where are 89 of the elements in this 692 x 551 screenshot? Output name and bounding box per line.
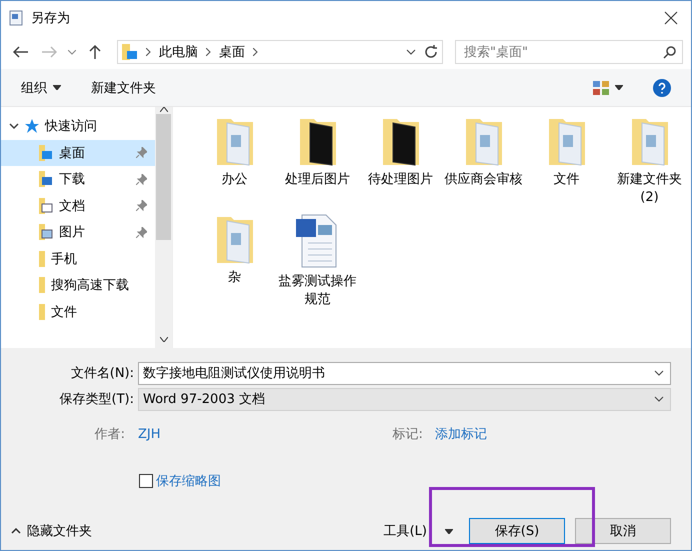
picture-folder-icon [39, 224, 53, 240]
folder-icon [39, 250, 45, 267]
close-icon[interactable] [664, 11, 678, 25]
document-folder-icon [39, 198, 53, 214]
desktop-folder-icon [122, 44, 138, 60]
scrollbar[interactable] [155, 107, 172, 348]
new-folder-button[interactable]: 新建文件夹 [91, 78, 156, 96]
sidebar-label: 手机 [51, 250, 78, 268]
field-label: 标记: [392, 426, 423, 443]
file-item[interactable]: 待处理图片 [359, 115, 442, 207]
chevron-right-icon [253, 48, 258, 56]
sidebar-label: 桌面 [59, 144, 86, 162]
field-label: 文件名(N): [70, 365, 135, 382]
chevron-down-icon[interactable] [406, 49, 416, 55]
caret-icon [615, 85, 623, 90]
sidebar-label: 下载 [59, 171, 86, 188]
file-item[interactable]: 处理后图片 [276, 115, 359, 207]
organize-menu[interactable]: 组织 [21, 78, 61, 96]
arrow-up-icon[interactable] [89, 44, 101, 60]
field-label: 作者: [94, 427, 125, 442]
sidebar-label: 搜狗高速下载 [51, 277, 130, 294]
sidebar-item[interactable]: 搜狗高速下载 [1, 272, 155, 298]
file-item[interactable]: 文件 [525, 115, 608, 207]
sidebar-item[interactable]: 下载 [1, 166, 155, 192]
file-name: 文件 [552, 171, 580, 189]
file-name: 新建文件夹 (2) [616, 171, 683, 207]
field-label: 保存类型(T): [58, 391, 135, 408]
scrollbar-thumb[interactable] [156, 114, 171, 240]
breadcrumb-item[interactable]: 桌面 [219, 43, 245, 61]
author-link[interactable]: ZJH [138, 426, 161, 442]
pin-icon[interactable] [136, 147, 147, 158]
view-options-button[interactable] [593, 80, 623, 94]
checkbox[interactable] [139, 474, 153, 488]
arrow-left-icon[interactable] [13, 46, 29, 58]
chevron-right-icon [206, 48, 211, 56]
expand-chevron-icon[interactable] [9, 121, 19, 132]
file-name: 处理后图片 [284, 171, 351, 189]
window-title: 另存为 [31, 10, 71, 27]
breadcrumb-item[interactable]: 此电脑 [159, 43, 198, 61]
scroll-up-icon [160, 107, 168, 112]
sidebar-label: 文件 [51, 304, 78, 321]
refresh-icon[interactable] [424, 45, 438, 59]
pin-icon[interactable] [136, 200, 147, 212]
sidebar-label: 图片 [59, 224, 86, 242]
sidebar-item[interactable]: 桌面 [1, 140, 155, 166]
desktop-folder-icon [39, 144, 53, 161]
file-name: 供应商会审核 [444, 171, 524, 189]
add-tags-link[interactable]: 添加标记 [434, 425, 487, 443]
sidebar-item[interactable]: 文件 [1, 298, 155, 325]
search-field[interactable]: 搜索"桌面" [455, 40, 683, 64]
folder-icon [39, 304, 45, 320]
sidebar-label: 文档 [59, 198, 86, 215]
hide-folders-button[interactable]: 隐藏文件夹 [11, 522, 92, 540]
sidebar-group[interactable]: 快速访问 [1, 113, 155, 140]
cancel-button[interactable]: 取消 [575, 518, 671, 544]
chevron-down-icon[interactable] [654, 370, 664, 376]
address-bar[interactable]: 此电脑 桌面 [117, 40, 443, 64]
file-name: 杂 [227, 269, 242, 287]
scroll-down-icon[interactable] [160, 337, 168, 342]
chevron-down-icon[interactable] [654, 396, 664, 402]
chevron-up-icon[interactable] [11, 528, 21, 534]
file-name: 盐雾测试操作规范 [278, 273, 358, 309]
sidebar-item[interactable]: 图片 [1, 219, 155, 246]
download-folder-icon [39, 171, 53, 188]
tools-menu[interactable]: 工具(L) [384, 522, 453, 540]
file-item[interactable]: 办公 [193, 115, 276, 207]
save-thumbnail-link[interactable]: 保存缩略图 [156, 472, 221, 490]
help-icon[interactable] [653, 78, 671, 96]
document-icon [9, 10, 25, 26]
folder-icon [39, 277, 45, 294]
caret-icon [53, 85, 61, 90]
file-item[interactable]: 杂 [193, 213, 276, 309]
sidebar-item[interactable]: 手机 [1, 246, 155, 272]
file-item[interactable]: 新建文件夹 (2) [608, 115, 691, 207]
file-name: 待处理图片 [367, 171, 434, 189]
filename-field[interactable]: 数字接地电阻测试仪使用说明书 [138, 362, 671, 384]
sidebar-item[interactable]: 文档 [1, 192, 155, 219]
file-name: 办公 [220, 171, 248, 189]
star-icon [25, 119, 39, 134]
sidebar-label: 快速访问 [45, 118, 98, 136]
pin-icon[interactable] [136, 174, 147, 185]
file-item[interactable]: 盐雾测试操作规范 [276, 213, 359, 309]
file-type-dropdown[interactable]: Word 97-2003 文档 [138, 388, 671, 410]
search-icon [663, 46, 676, 58]
caret-icon [445, 528, 453, 534]
file-item[interactable]: 供应商会审核 [442, 115, 525, 207]
chevron-right-icon [146, 48, 151, 56]
pin-icon[interactable] [136, 226, 147, 238]
save-button[interactable]: 保存(S) [469, 518, 565, 544]
